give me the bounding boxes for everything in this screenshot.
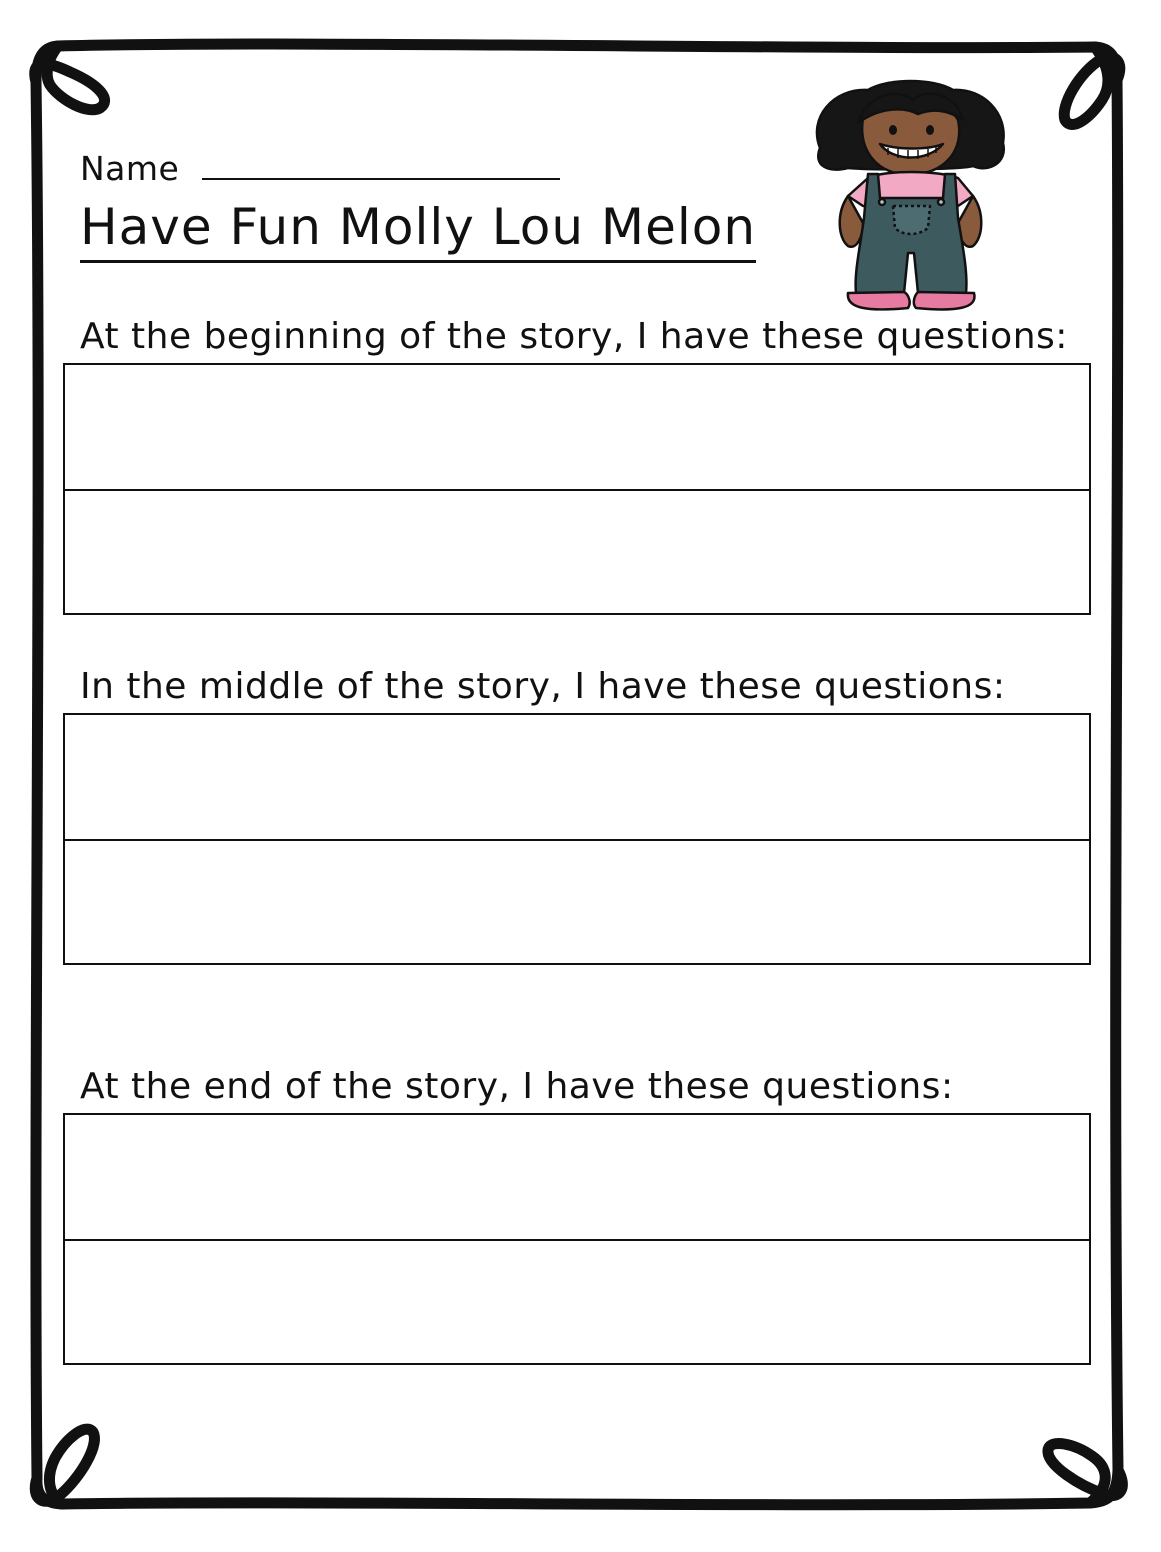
answer-box-beginning — [63, 363, 1091, 615]
name-line: Name — [80, 148, 561, 188]
answer-row[interactable] — [65, 489, 1089, 613]
answer-row[interactable] — [65, 365, 1089, 489]
girl-in-overalls-icon — [815, 79, 1006, 311]
answer-box-middle — [63, 713, 1091, 965]
answer-row[interactable] — [65, 715, 1089, 839]
answer-box-end — [63, 1113, 1091, 1365]
section-prompt-middle: In the middle of the story, I have these… — [80, 666, 1006, 707]
section-prompt-end: At the end of the story, I have these qu… — [80, 1066, 954, 1107]
answer-row[interactable] — [65, 1115, 1089, 1239]
name-label: Name — [80, 149, 180, 188]
section-prompt-beginning: At the beginning of the story, I have th… — [80, 316, 1068, 357]
answer-row[interactable] — [65, 1239, 1089, 1363]
worksheet-title: Have Fun Molly Lou Melon — [80, 198, 757, 263]
name-blank-line[interactable] — [202, 148, 561, 180]
answer-row[interactable] — [65, 839, 1089, 963]
